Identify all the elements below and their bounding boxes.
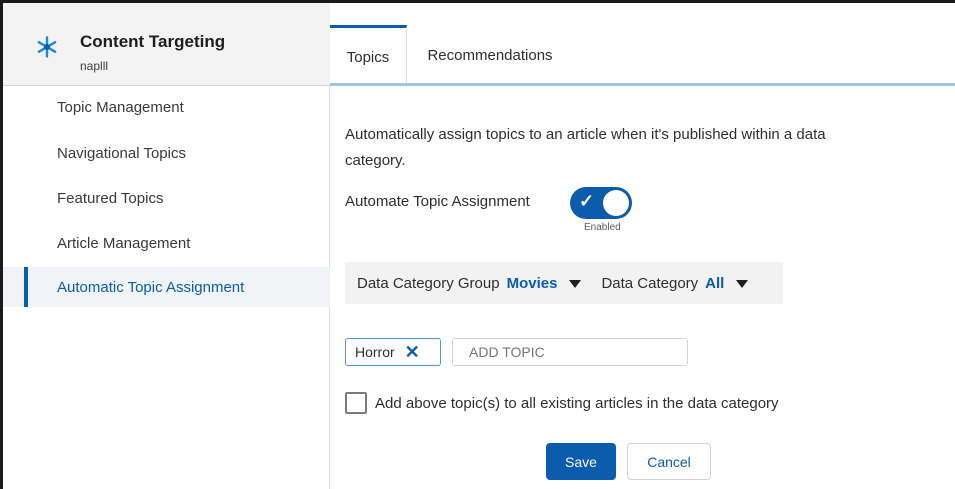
app-title: Content Targeting <box>80 32 226 51</box>
sidebar-item-featured-topics[interactable]: Featured Topics <box>3 178 330 218</box>
data-category-filter-bar: Data Category Group Movies Data Category… <box>345 262 783 304</box>
tab-topics[interactable]: Topics <box>330 25 407 86</box>
tab-bar-underline <box>330 83 955 86</box>
tab-bar: Topics Recommendations <box>330 3 955 86</box>
sidebar-item-automatic-topic-assignment[interactable]: Automatic Topic Assignment <box>3 267 330 307</box>
topic-pill-label: Horror <box>355 344 395 360</box>
save-button[interactable]: Save <box>546 443 616 480</box>
sidebar-item-navigational-topics[interactable]: Navigational Topics <box>3 133 330 173</box>
app-subtitle: naplll <box>80 59 109 73</box>
toggle-knob <box>603 190 629 216</box>
checkbox-label: Add above topic(s) to all existing artic… <box>375 395 779 412</box>
sidebar: Content Targeting naplll Topic Managemen… <box>3 3 330 489</box>
data-category-label: Data Category <box>601 274 699 292</box>
topic-pill: Horror ✕ <box>345 338 441 366</box>
toggle-status: Enabled <box>584 222 621 233</box>
add-to-existing-articles-checkbox[interactable] <box>345 392 367 414</box>
chevron-down-icon[interactable] <box>569 280 582 288</box>
tab-recommendations[interactable]: Recommendations <box>407 25 573 86</box>
sidebar-item-topic-management[interactable]: Topic Management <box>3 87 330 127</box>
app-window: Content Targeting naplll Topic Managemen… <box>0 0 955 489</box>
remove-topic-icon[interactable]: ✕ <box>405 343 420 361</box>
sidebar-header: Content Targeting naplll <box>3 3 330 86</box>
cancel-button[interactable]: Cancel <box>627 443 711 480</box>
data-category-group-dropdown[interactable]: Movies <box>507 275 558 292</box>
page-description: Automatically assign topics to an articl… <box>345 126 826 169</box>
data-category-group-label: Data Category Group <box>357 274 500 292</box>
automate-topic-assignment-toggle[interactable]: ✓ <box>570 187 632 219</box>
chevron-down-icon[interactable] <box>736 280 749 288</box>
check-icon: ✓ <box>579 191 595 211</box>
sidebar-item-article-management[interactable]: Article Management <box>3 223 330 263</box>
data-category-dropdown[interactable]: All <box>705 275 724 292</box>
toggle-label: Automate Topic Assignment <box>345 193 530 210</box>
add-topic-input[interactable] <box>452 338 688 366</box>
asterisk-icon <box>37 36 57 58</box>
